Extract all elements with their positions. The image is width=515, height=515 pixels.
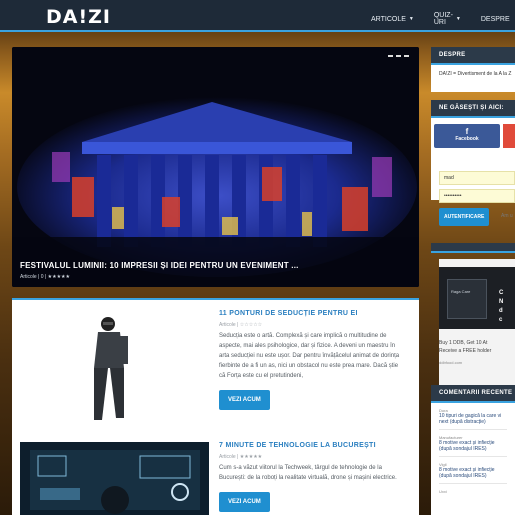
ad-product: [447, 279, 487, 319]
slider-caption: FESTIVALUL LUMINII: 10 IMPRESII ȘI IDEI …: [20, 261, 411, 280]
slider-image: [12, 47, 419, 287]
username-field[interactable]: mad: [439, 171, 515, 185]
site-logo[interactable]: DA!ZI: [46, 6, 111, 28]
ad-banner[interactable]: Raga Care C N d c Buy 1 DDB, Get 10 At R…: [439, 259, 515, 387]
post-meta: Articole | ★★★★★: [219, 454, 263, 460]
facebook-icon: f: [465, 127, 469, 136]
widget-heading-bar: [431, 243, 515, 253]
nav-item-label: QUIZ-URI: [433, 12, 453, 26]
divider: [439, 456, 507, 457]
nav-item-label: DESPRE: [480, 15, 510, 23]
read-more-button[interactable]: VEZI ACUM: [219, 492, 270, 512]
password-field[interactable]: ••••••••••: [439, 189, 515, 203]
excerpt-line: Cum s-a văzut viitorul la Techweek, târg…: [219, 465, 382, 471]
ad-label: Raga Care: [451, 289, 471, 294]
comment-item[interactable]: Vigil 8 motive exact și infiecție (după …: [431, 462, 515, 484]
about-text: DA!ZI = Divertisment de la A la Z: [439, 71, 512, 77]
facebook-label: Facebook: [455, 136, 479, 142]
ad-text: Buy 1 DDB, Get 10 At Receive a FREE hold…: [439, 339, 515, 355]
post-title[interactable]: 11 PONTURI DE SEDUCȚIE PENTRU EI: [219, 310, 411, 317]
comment-item[interactable]: Dora 10 tipuri de gagică la care vi next…: [431, 408, 515, 430]
slider-dot[interactable]: [396, 55, 401, 57]
slider-pagination: [388, 55, 409, 57]
login-alt-link[interactable]: Am u: [501, 213, 513, 219]
post-title[interactable]: 7 MINUTE DE TEHNOLOGIE LA BUCUREȘTI: [219, 442, 411, 449]
post-excerpt: Seducția este o artă. Complexă și care i…: [219, 331, 411, 381]
widget-comments: COMENTARII RECENTE Dora 10 tipuri de gag…: [431, 385, 515, 515]
nav-item-despre[interactable]: DESPRE: [481, 12, 510, 26]
chevron-down-icon: ▼: [408, 16, 414, 22]
widget-heading: COMENTARII RECENTE: [431, 385, 515, 403]
ad-side-line: N: [499, 299, 504, 305]
post-excerpt: Cum s-a văzut viitorul la Techweek, târg…: [219, 463, 411, 483]
widget-social: NE GĂSEȘTI ȘI AICI: f Facebook: [431, 100, 515, 200]
divider: [439, 483, 507, 484]
ad-source: ddbfood.com: [439, 360, 463, 365]
comment-link[interactable]: (după sondajul IRES): [439, 473, 487, 479]
comment-link[interactable]: next (după distracție): [439, 419, 486, 425]
facebook-button[interactable]: f Facebook: [434, 124, 500, 148]
ad-side-text: C N d c: [499, 289, 503, 325]
ad-image: Raga Care C N d c: [439, 267, 515, 329]
comment-author: Uxxi: [439, 489, 447, 494]
widget-heading: NE GĂSEȘTI ȘI AICI:: [431, 100, 515, 118]
excerpt-line: fierbinte de a fi un as, nici un obstaco…: [219, 363, 399, 369]
excerpt-line: Seducția este o artă. Complexă și care i…: [219, 333, 387, 339]
nav-item-quiz[interactable]: QUIZ-URI ▼: [434, 12, 461, 26]
ad-side-line: d: [499, 308, 503, 314]
slider-dot[interactable]: [404, 55, 409, 57]
widget-about: DESPRE DA!ZI = Divertisment de la A la Z: [431, 47, 515, 92]
comment-link[interactable]: (după sondajul IRES): [439, 446, 487, 452]
excerpt-line: că Forța este cu el pretutindeni,: [219, 373, 304, 379]
post-thumbnail[interactable]: [20, 310, 209, 430]
post-list: 11 PONTURI DE SEDUCȚIE PENTRU EI Articol…: [12, 298, 419, 515]
ad-side-line: C: [499, 290, 504, 296]
divider: [439, 429, 507, 430]
post-body: 7 MINUTE DE TEHNOLOGIE LA BUCUREȘTI Arti…: [219, 442, 411, 512]
slider-title[interactable]: FESTIVALUL LUMINII: 10 IMPRESII ȘI IDEI …: [20, 261, 411, 270]
excerpt-line: aspecte, mai ales psihologice, dar și fi…: [219, 343, 396, 349]
ad-text-line: Receive a FREE holder: [439, 348, 492, 354]
slider-dot[interactable]: [388, 55, 393, 57]
post-thumbnail[interactable]: [20, 442, 209, 515]
excerpt-line: București: de la roboți la realitate vir…: [219, 475, 397, 481]
slider-meta: Articole | 0 | ★★★★★: [20, 274, 71, 280]
featured-slider[interactable]: FESTIVALUL LUMINII: 10 IMPRESII ȘI IDEI …: [12, 47, 419, 287]
main-nav: ARTICOLE ▼ QUIZ-URI ▼ DESPRE C: [371, 12, 515, 26]
nav-item-articole[interactable]: ARTICOLE ▼: [371, 12, 414, 26]
nav-item-label: ARTICOLE: [371, 15, 406, 23]
login-button[interactable]: AUTENTIFICARE: [439, 208, 490, 226]
ad-side-line: c: [499, 317, 503, 323]
excerpt-line: arta seducției nu este ușor. Dar pentru …: [219, 353, 400, 359]
widget-heading: DESPRE: [431, 47, 515, 65]
site-header: DA!ZI ARTICOLE ▼ QUIZ-URI ▼ DESPRE C: [0, 0, 515, 32]
comment-item[interactable]: Manufacturer 8 motive exact și infiecție…: [431, 435, 515, 457]
comment-item[interactable]: Uxxi: [431, 489, 515, 494]
social-button[interactable]: [503, 124, 515, 148]
chevron-down-icon: ▼: [455, 16, 461, 22]
read-more-button[interactable]: VEZI ACUM: [219, 390, 270, 410]
post-body: 11 PONTURI DE SEDUCȚIE PENTRU EI Articol…: [219, 310, 411, 410]
ad-text-line: Buy 1 DDB, Get 10 At: [439, 340, 488, 346]
post-meta: Articole | ☆☆☆☆☆: [219, 322, 263, 328]
